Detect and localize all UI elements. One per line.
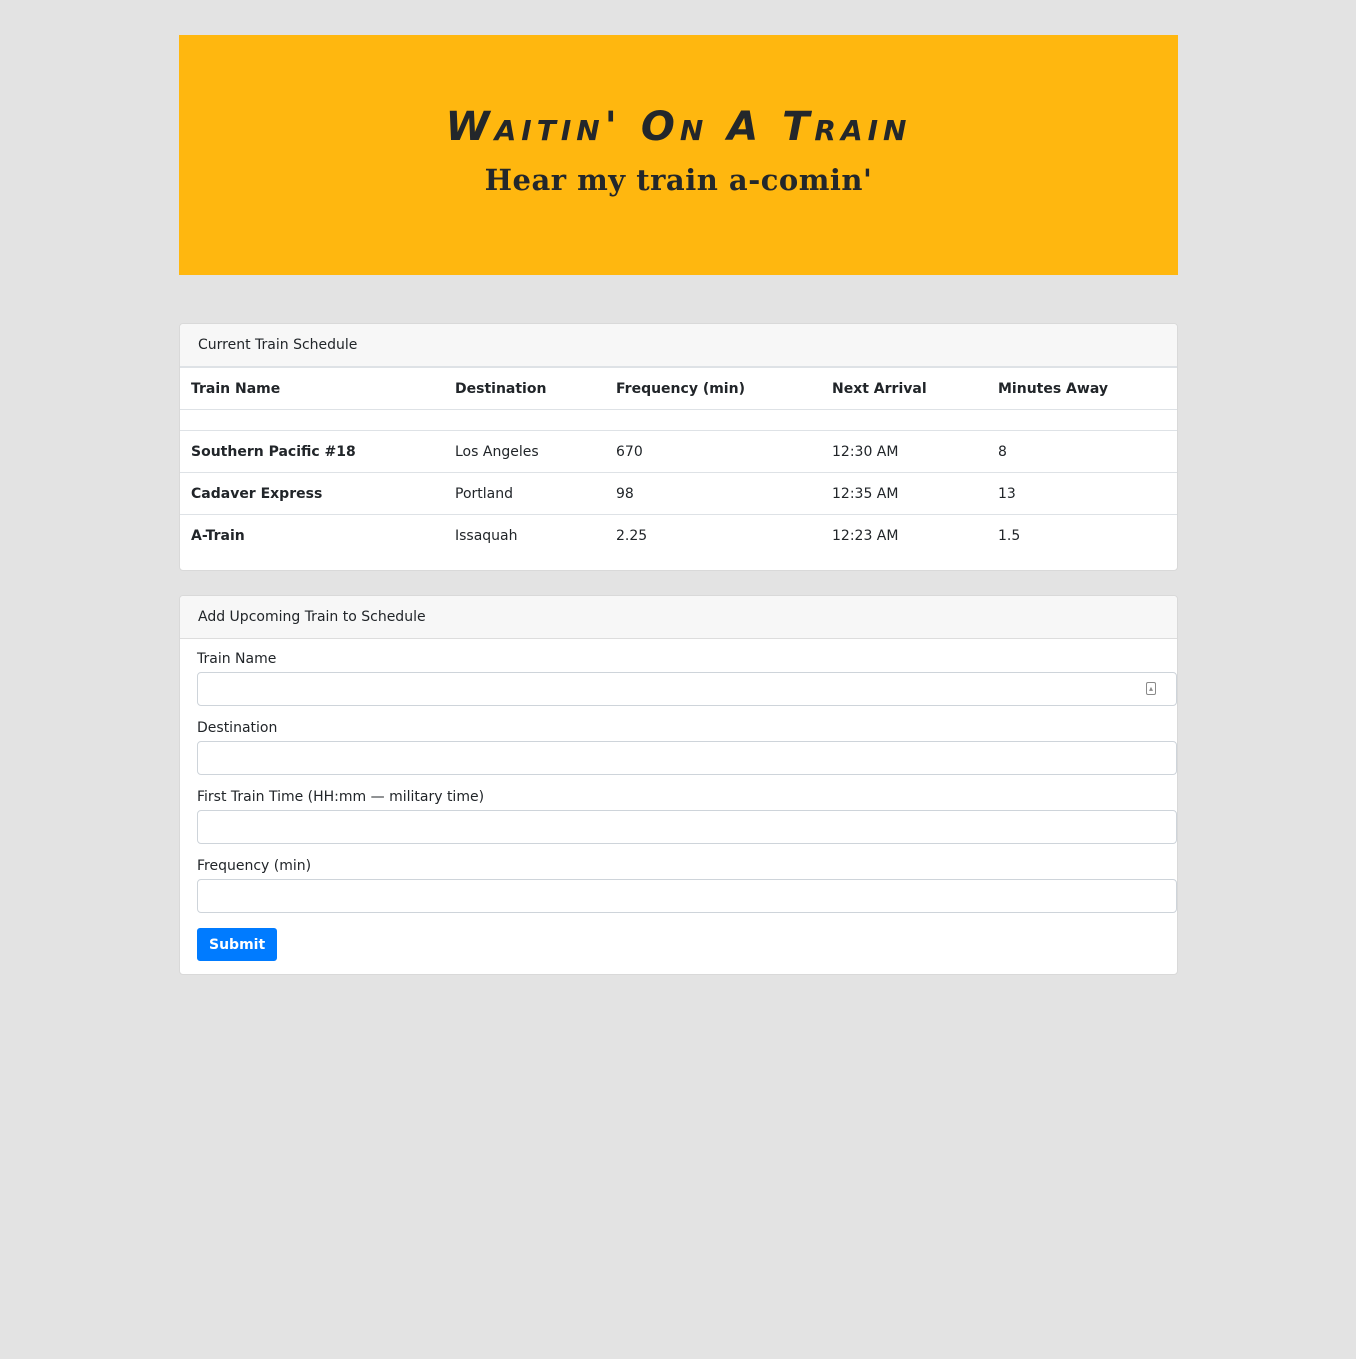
column-header-minutes-away: Minutes Away — [987, 368, 1177, 410]
train-name-input-wrap: ▴ — [197, 672, 1177, 706]
cell-minutes-away: 13 — [987, 472, 1177, 515]
cell-minutes-away: 8 — [987, 430, 1177, 473]
frequency-input[interactable] — [197, 879, 1177, 913]
column-header-train-name: Train Name — [180, 368, 444, 410]
cell-frequency: 2.25 — [605, 514, 821, 556]
cell-train-name: A-Train — [180, 514, 444, 556]
schedule-card: Current Train Schedule Train Name Destin… — [179, 323, 1178, 571]
cell-frequency: 670 — [605, 430, 821, 473]
destination-label: Destination — [197, 720, 278, 736]
table-row: Cadaver Express Portland 98 12:35 AM 13 — [180, 472, 1177, 515]
column-header-next-arrival: Next Arrival — [821, 368, 987, 410]
cell-next-arrival: 12:30 AM — [821, 430, 987, 473]
contact-card-icon[interactable]: ▴ — [1146, 682, 1156, 695]
table-header-row: Train Name Destination Frequency (min) N… — [180, 368, 1177, 410]
table-bottom-padding — [180, 556, 1177, 570]
destination-input[interactable] — [197, 741, 1177, 775]
table-row: Southern Pacific #18 Los Angeles 670 12:… — [180, 430, 1177, 473]
cell-frequency: 98 — [605, 472, 821, 515]
site-subtitle: Hear my train a-comin' — [484, 163, 873, 197]
first-train-time-input[interactable] — [197, 810, 1177, 844]
destination-group: Destination — [197, 719, 1177, 775]
schedule-card-header: Current Train Schedule — [180, 324, 1177, 368]
train-name-group: Train Name ▴ — [197, 650, 1177, 706]
cell-destination: Issaquah — [444, 514, 605, 556]
cell-train-name: Southern Pacific #18 — [180, 430, 444, 473]
header-banner: Waitin' On A Train Hear my train a-comin… — [179, 35, 1178, 275]
cell-destination: Los Angeles — [444, 430, 605, 473]
schedule-table: Train Name Destination Frequency (min) N… — [180, 368, 1177, 556]
cell-train-name: Cadaver Express — [180, 472, 444, 515]
first-train-time-label: First Train Time (HH:mm — military time) — [197, 789, 485, 805]
column-header-destination: Destination — [444, 368, 605, 410]
add-train-card-header: Add Upcoming Train to Schedule — [180, 596, 1177, 639]
frequency-label: Frequency (min) — [197, 858, 312, 874]
column-header-frequency: Frequency (min) — [605, 368, 821, 410]
cell-destination: Portland — [444, 472, 605, 515]
site-title-wrap: Waitin' On A Train — [446, 105, 912, 149]
cell-minutes-away: 1.5 — [987, 514, 1177, 556]
train-name-label: Train Name — [197, 651, 277, 667]
submit-button[interactable]: Submit — [197, 928, 278, 961]
first-train-time-group: First Train Time (HH:mm — military time) — [197, 788, 1177, 844]
frequency-group: Frequency (min) — [197, 857, 1177, 913]
table-spacer-row — [180, 410, 1177, 431]
site-title: Waitin' On A Train — [445, 104, 912, 150]
table-row: A-Train Issaquah 2.25 12:23 AM 1.5 — [180, 514, 1177, 556]
add-train-card: Add Upcoming Train to Schedule Train Nam… — [179, 595, 1178, 975]
cell-next-arrival: 12:35 AM — [821, 472, 987, 515]
cell-next-arrival: 12:23 AM — [821, 514, 987, 556]
add-train-form: Train Name ▴ Destination First Train Tim… — [180, 639, 1177, 974]
page-container: Waitin' On A Train Hear my train a-comin… — [179, 35, 1178, 975]
train-name-input[interactable] — [197, 672, 1177, 706]
